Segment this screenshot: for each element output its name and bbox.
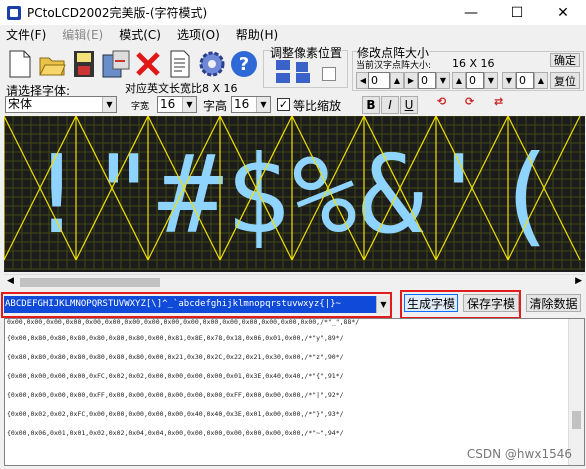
open-folder-icon[interactable] <box>37 45 67 83</box>
chevron-down-icon[interactable]: ▼ <box>182 97 196 112</box>
shift-left-arrow-icon[interactable] <box>276 73 290 83</box>
shift-up-arrow-icon[interactable] <box>276 60 290 70</box>
title-bar: PCtoLCD2002完美版-(字符模式) — ☐ ✕ <box>0 0 586 25</box>
output-line: {0x00,0x00,0x00,0x00,0xFF,0x00,0x00,0x00… <box>7 391 344 399</box>
ratio-label: 对应英文长宽比8 X 16 <box>125 82 238 95</box>
close-button[interactable]: ✕ <box>540 0 586 25</box>
watermark: CSDN @hwx1546 <box>466 447 572 461</box>
menu-options[interactable]: 选项(O) <box>177 26 220 43</box>
height-select-value: 16 <box>234 97 250 111</box>
help-icon[interactable]: ? <box>229 45 259 83</box>
width-select[interactable]: 16 ▼ <box>157 96 197 113</box>
menu-bar: 文件(F) 编辑(E) 模式(C) 选项(O) 帮助(H) <box>0 25 586 44</box>
rotate-right-icon[interactable]: ⟳ <box>465 95 489 115</box>
window-title: PCtoLCD2002完美版-(字符模式) <box>27 6 208 20</box>
dot-resize-subtitle: 当前汉字点阵大小: <box>356 61 432 71</box>
shift-right-arrow-icon[interactable] <box>296 73 310 83</box>
vertical-scroll-thumb[interactable] <box>572 411 581 429</box>
output-line: {0x00,0x00,0x00,0x00,0xFC,0x02,0x02,0x00… <box>7 372 344 380</box>
width-b-spinner[interactable]: ▼ <box>436 72 450 89</box>
font-select-value: 宋体 <box>8 97 33 111</box>
width-select-value: 16 <box>160 97 176 111</box>
save-icon[interactable] <box>69 45 99 83</box>
equal-scale-checkbox[interactable]: ✓ <box>277 98 290 111</box>
scroll-left-icon[interactable]: ◀ <box>7 276 14 286</box>
minimize-button[interactable]: — <box>448 0 494 25</box>
maximize-button[interactable]: ☐ <box>494 0 540 25</box>
menu-edit[interactable]: 编辑(E) <box>62 26 103 43</box>
width-label: 字宽 <box>131 102 150 112</box>
height-decrease-icon[interactable]: ▲ <box>452 72 466 89</box>
horizontal-scrollbar[interactable]: ◀ ▶ <box>4 274 585 290</box>
italic-button[interactable]: I <box>381 96 399 114</box>
clear-data-button[interactable]: 清除数据 <box>526 294 581 312</box>
output-lines: 0x00,0x00,0x00,0x00,0x00,0x00,0x00,0x00,… <box>5 319 584 443</box>
chevron-down-icon[interactable]: ▼ <box>256 97 270 112</box>
reset-button[interactable]: 复位 <box>550 72 580 89</box>
height-b-spinner[interactable]: ▲ <box>534 72 548 89</box>
bold-button[interactable]: B <box>362 96 380 114</box>
svg-text:?: ? <box>239 54 249 75</box>
width-a-spinner[interactable]: ▲ <box>390 72 404 89</box>
app-icon <box>7 5 21 20</box>
settings-icon[interactable] <box>197 45 227 83</box>
new-file-icon[interactable] <box>5 45 35 83</box>
menu-file[interactable]: 文件(F) <box>6 26 46 43</box>
equal-scale-label: 等比缩放 <box>293 99 342 113</box>
height-b-field[interactable]: 0 <box>516 72 534 89</box>
pixel-adjust-title: 调整像素位置 <box>270 44 343 61</box>
width-b-field[interactable]: 0 <box>418 72 436 89</box>
pixel-preview-canvas[interactable]: !"#$%&'( <box>4 116 585 272</box>
height-label: 字高 <box>203 99 228 113</box>
menu-help[interactable]: 帮助(H) <box>236 26 278 43</box>
dot-size-readout: 16 X 16 <box>452 57 495 70</box>
shift-down-arrow-icon[interactable] <box>296 62 308 72</box>
flip-icon[interactable]: ⇄ <box>494 95 518 115</box>
output-line: 0x00,0x00,0x00,0x00,0x00,0x00,0x00,0x00,… <box>7 318 360 326</box>
height-a-spinner[interactable]: ▼ <box>484 72 498 89</box>
height-a-field[interactable]: 0 <box>466 72 484 89</box>
output-textarea[interactable]: 0x00,0x00,0x00,0x00,0x00,0x00,0x00,0x00,… <box>4 318 585 466</box>
width-a-field[interactable]: 0 <box>368 72 390 89</box>
input-highlight <box>1 292 392 318</box>
width-increase-icon[interactable]: ▶ <box>404 72 418 89</box>
underline-button[interactable]: U <box>400 96 418 114</box>
height-select[interactable]: 16 ▼ <box>231 96 271 113</box>
pixel-grid: !"#$%&'( <box>4 116 585 270</box>
invert-icon[interactable] <box>322 67 336 81</box>
buttons-highlight <box>400 290 521 319</box>
output-line: {0x80,0x80,0x80,0x80,0x80,0x80,0x80,0x00… <box>7 353 344 361</box>
scroll-thumb[interactable] <box>20 278 160 287</box>
output-line: {0x00,0x80,0x80,0x80,0x80,0x80,0x80,0x00… <box>7 334 344 342</box>
scroll-right-icon[interactable]: ▶ <box>575 276 582 286</box>
vertical-scrollbar[interactable] <box>568 319 584 465</box>
confirm-button[interactable]: 确定 <box>550 53 580 67</box>
export-icon[interactable] <box>101 45 131 83</box>
height-increase-icon[interactable]: ▼ <box>502 72 516 89</box>
toolbar: ? <box>5 45 259 85</box>
chevron-down-icon[interactable]: ▼ <box>102 97 116 112</box>
document-icon[interactable] <box>165 45 195 83</box>
rotate-left-icon[interactable]: ⟲ <box>437 95 461 115</box>
font-select[interactable]: 宋体 ▼ <box>5 96 117 113</box>
delete-icon[interactable] <box>133 45 163 83</box>
output-line: {0x00,0x02,0x02,0xFC,0x00,0x00,0x00,0x00… <box>7 410 344 418</box>
output-line: {0x00,0x06,0x01,0x01,0x02,0x02,0x04,0x04… <box>7 429 344 437</box>
menu-mode[interactable]: 模式(C) <box>119 26 161 43</box>
